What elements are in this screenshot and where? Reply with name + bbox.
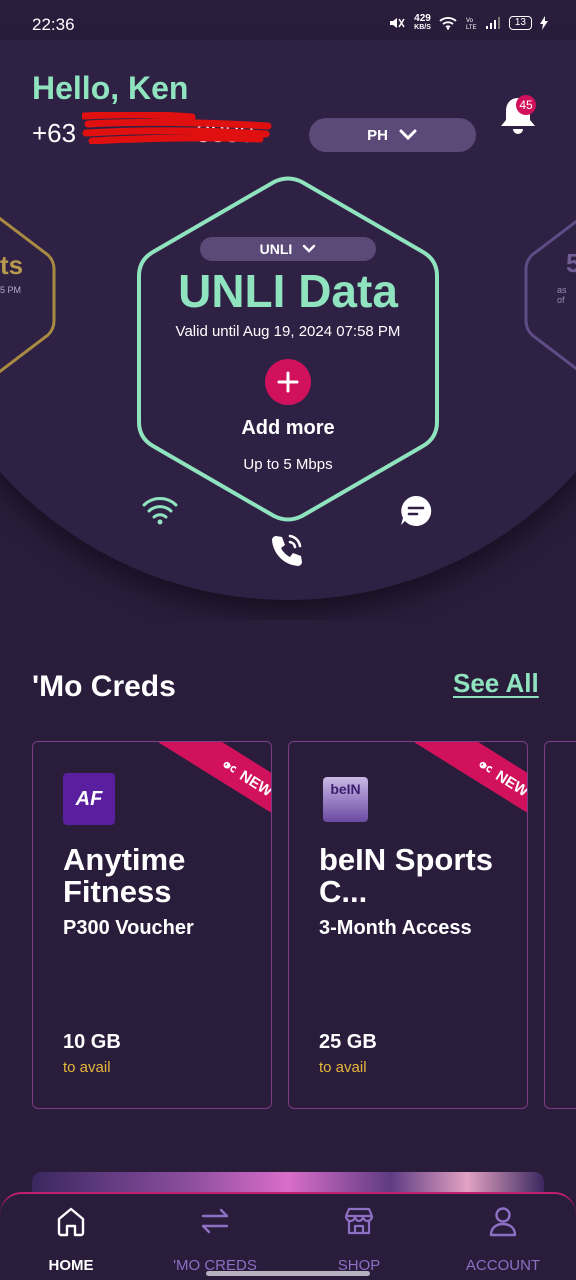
right-plan-value: 5 [566,248,576,278]
wifi-icon[interactable] [141,494,179,526]
new-badge-label: NEW [236,766,272,800]
nav-shop[interactable]: SHOP [294,1204,424,1274]
plan-selector-label: UNLI [259,241,293,257]
phone-number: +63 8380 [32,118,254,149]
country-selector[interactable]: PH [309,118,476,152]
cred-avail-label: to avail [319,1059,367,1076]
cred-description: 3-Month Access [319,917,472,939]
plan-validity: Valid until Aug 19, 2024 07:58 PM [175,323,401,340]
call-icon[interactable] [268,532,306,568]
plan-title: UNLI Data [178,265,398,317]
phone-suffix: 8380 [196,118,254,148]
cred-amount: 10 GB [63,1031,121,1053]
right-plan-sub: as of [557,285,567,305]
left-plan-hexagon[interactable] [0,205,60,385]
bein-sports-logo: beIN [323,777,368,822]
phone-prefix: +63 [32,118,77,148]
person-icon [489,1207,517,1237]
country-label: PH [367,126,388,144]
plan-speed: Up to 5 Mbps [243,456,333,473]
infinity-icon [479,761,493,773]
swap-arrows-icon [201,1208,229,1234]
infinity-icon [223,761,237,773]
anytime-fitness-logo: AF [63,773,115,825]
notification-badge: 45 [516,95,536,115]
nav-account-label: ACCOUNT [465,1257,541,1274]
cred-amount: 25 GB [319,1031,377,1053]
home-indicator[interactable] [206,1271,370,1276]
mo-creds-title: 'Mo Creds [32,670,176,703]
cred-name: Anytime Fitness [63,842,186,909]
cred-avail-label: to avail [63,1059,111,1076]
nav-mo-creds[interactable]: 'MO CREDS [150,1204,280,1274]
nav-account[interactable]: ACCOUNT [438,1204,568,1274]
add-more-button[interactable] [265,359,311,405]
cred-card-anytime-fitness[interactable]: NEW AF Anytime Fitness P300 Voucher 10 G… [32,741,272,1109]
chevron-down-icon [303,244,316,253]
bottom-nav: HOME 'MO CREDS SHOP ACCOUNT [0,1192,576,1280]
left-plan-sub: 5 PM [0,285,22,295]
new-ribbon: NEW [403,742,528,848]
see-all-link[interactable]: See All [453,668,539,699]
add-more-label[interactable]: Add more [188,417,388,440]
chat-icon[interactable] [399,494,433,528]
cred-card-next[interactable] [544,741,576,1109]
new-badge-label: NEW [492,766,528,800]
cred-description: P300 Voucher [63,917,194,939]
plan-selector[interactable]: UNLI [200,237,376,261]
cred-card-bein-sports[interactable]: NEW beIN beIN Sports C... 3-Month Access… [288,741,528,1109]
new-ribbon: NEW [147,742,272,848]
shop-icon [344,1207,374,1235]
home-icon [57,1207,85,1237]
plus-icon [277,371,299,393]
greeting: Hello, Ken [32,70,189,106]
left-plan-value: ts [0,250,24,280]
cred-name: beIN Sports C... [319,842,493,909]
nav-home-label: HOME [48,1257,94,1274]
nav-home[interactable]: HOME [6,1204,136,1274]
chevron-down-icon [399,129,417,141]
